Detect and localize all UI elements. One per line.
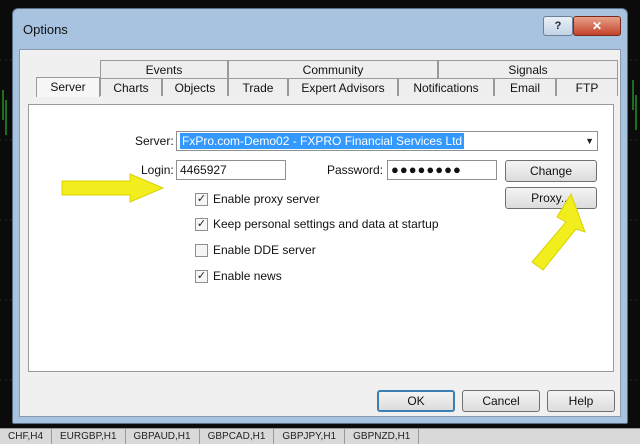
arrow-up-icon: [531, 192, 586, 271]
annotation-arrows: [61, 173, 586, 271]
arrow-right-icon: [61, 173, 165, 203]
